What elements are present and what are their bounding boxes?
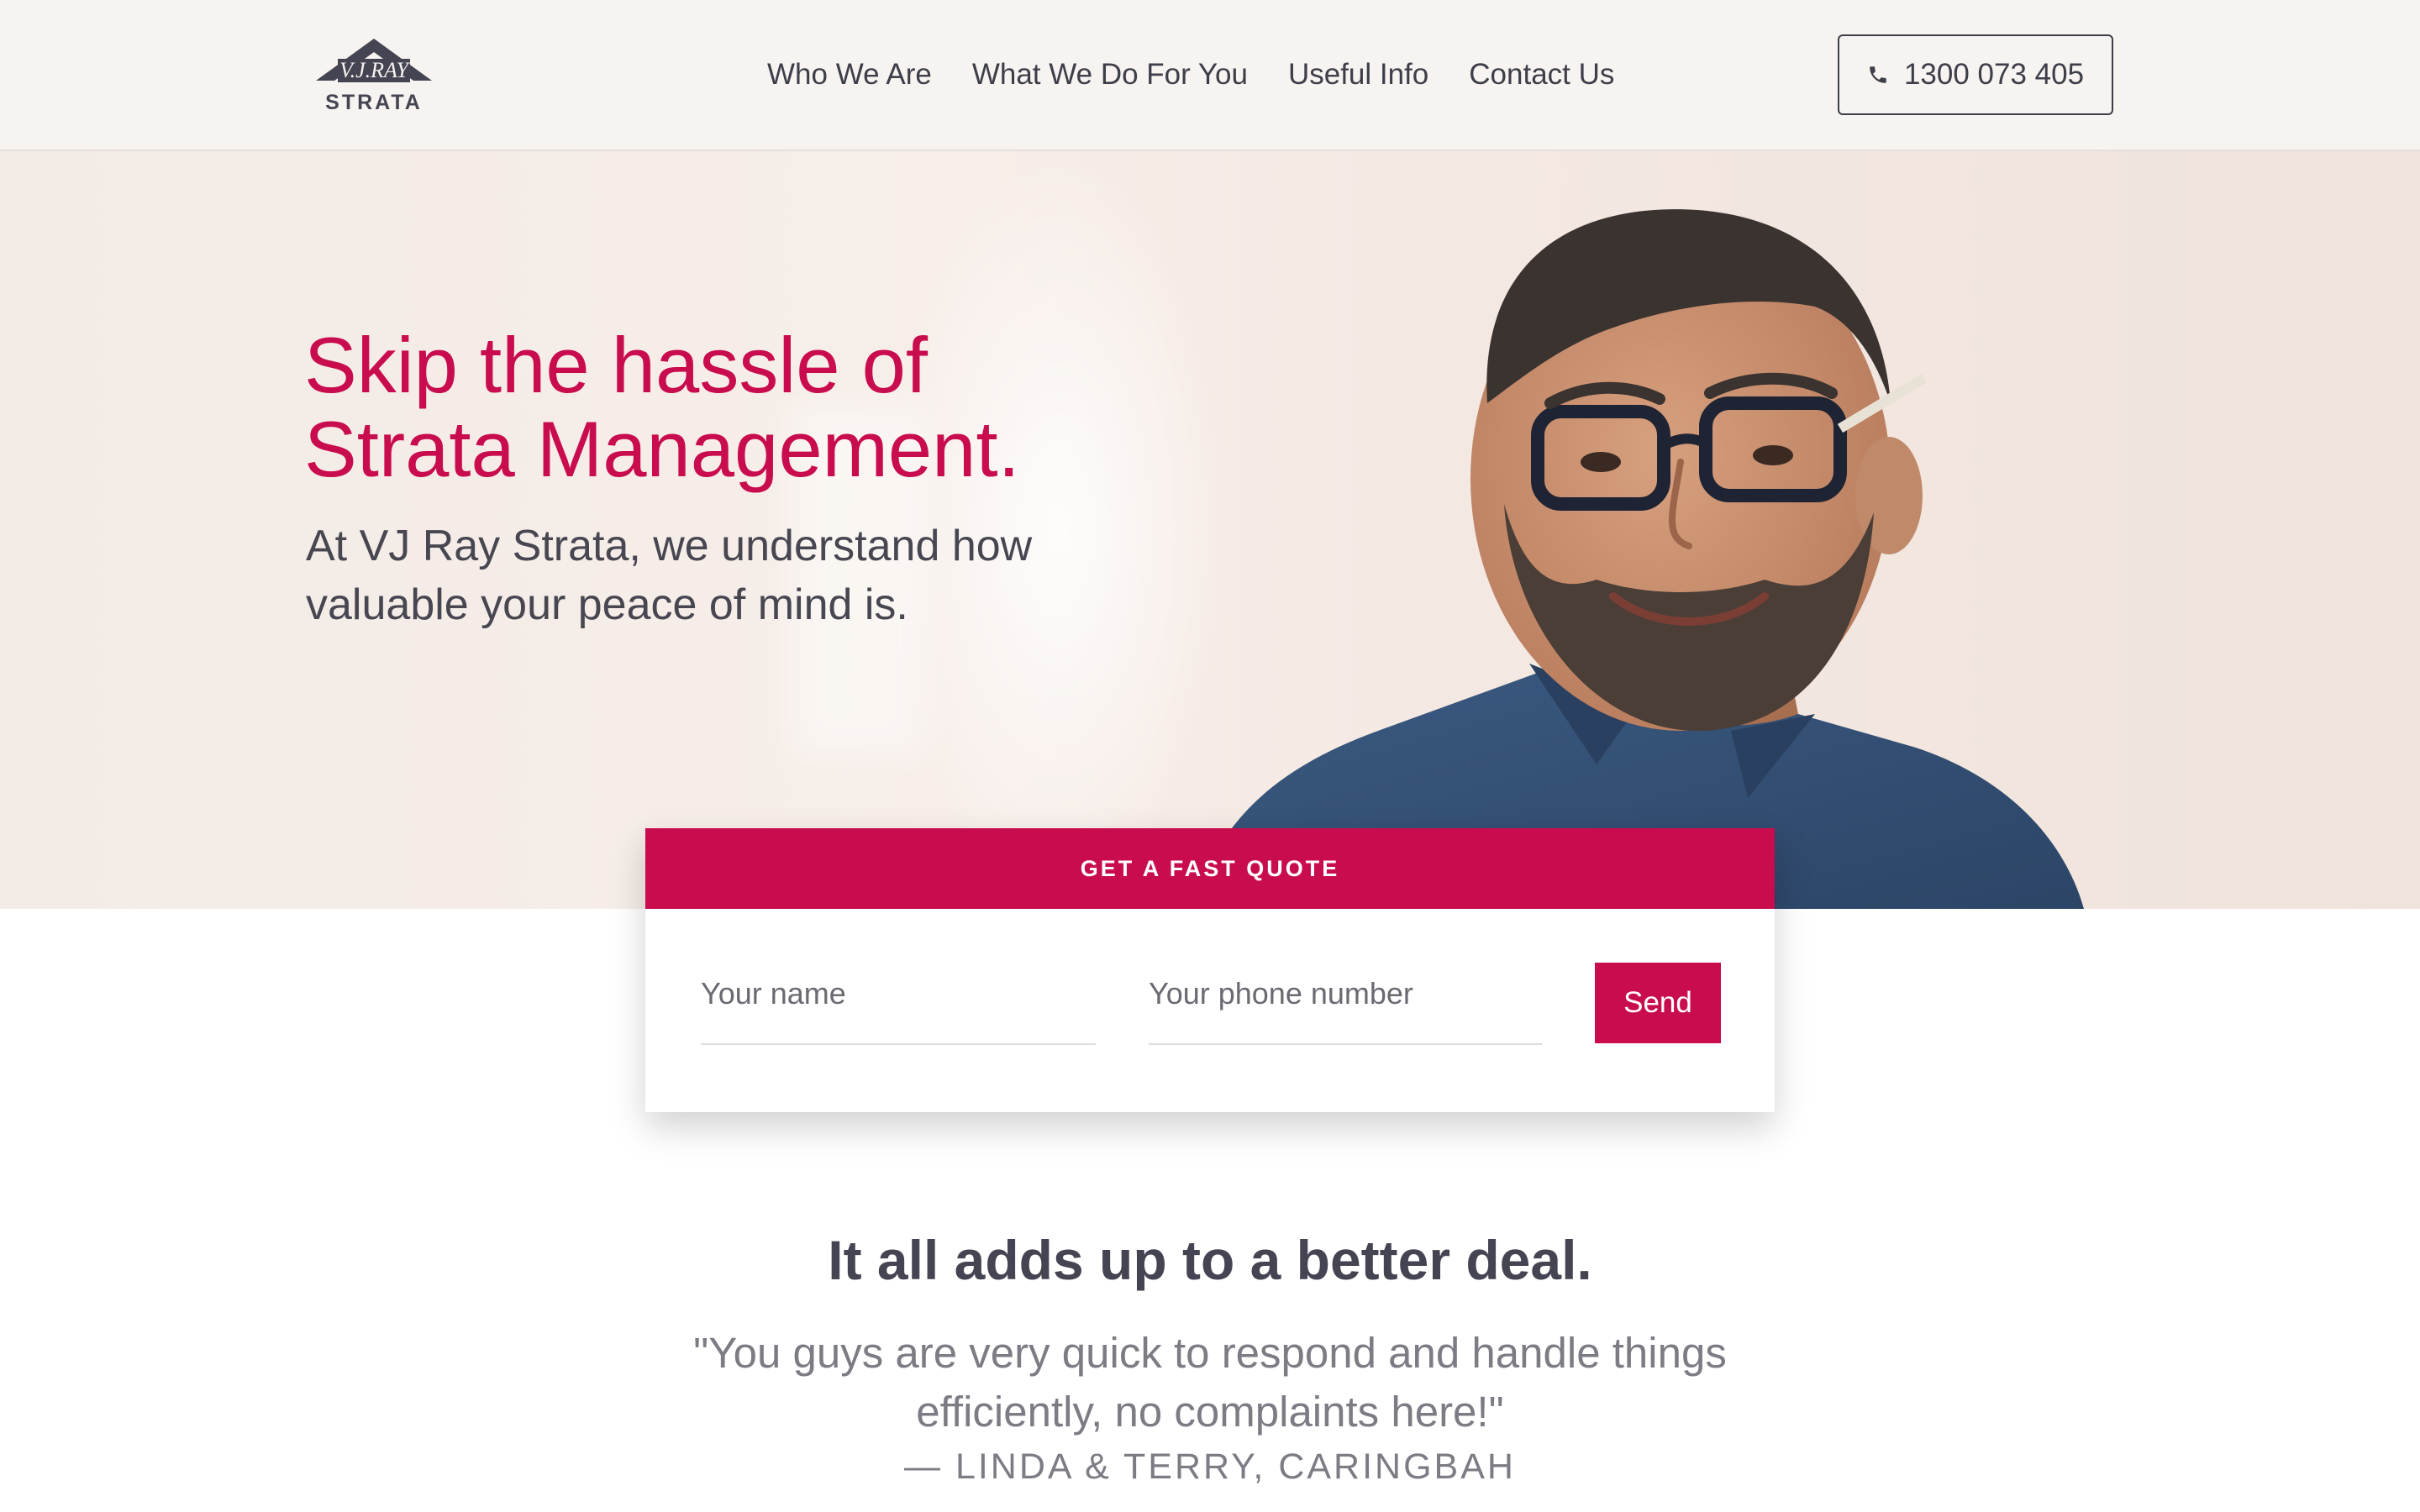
name-field-wrapper <box>701 968 1096 1045</box>
hero-subtitle: At VJ Ray Strata, we understand how valu… <box>306 522 1033 629</box>
testimonial-quote: "You guys are very quick to respond and … <box>693 1329 1727 1436</box>
section-title: It all adds up to a better deal. <box>828 1229 1592 1291</box>
phone-input[interactable] <box>1149 976 1542 1011</box>
svg-text:V.J.RAY: V.J.RAY <box>339 58 410 82</box>
smiling-man-photo <box>1193 209 2084 909</box>
nav-who-we-are[interactable]: Who We Are <box>767 54 932 96</box>
vjray-strata-logo[interactable]: V.J.RAY STRATA <box>313 35 435 119</box>
nav-what-we-do[interactable]: What We Do For You <box>972 54 1248 96</box>
nav-useful-info[interactable]: Useful Info <box>1288 54 1428 96</box>
fast-quote-heading: GET A FAST QUOTE <box>645 828 1775 909</box>
phone-button[interactable]: 1300 073 405 <box>1838 34 2113 115</box>
testimonial-attribution: — LINDA & TERRY, CARINGBAH <box>904 1446 1516 1487</box>
phone-field-wrapper <box>1149 968 1542 1045</box>
hero-section: Skip the hassle of Strata Management. At… <box>0 151 2420 909</box>
name-input[interactable] <box>701 976 1096 1011</box>
hero-title: Skip the hassle of Strata Management. <box>304 321 1020 493</box>
house-roof-logo-icon: V.J.RAY <box>316 39 432 82</box>
logo-wordmark: STRATA <box>325 91 423 114</box>
phone-icon <box>1870 66 1886 83</box>
phone-number: 1300 073 405 <box>1903 58 2085 91</box>
site-header: V.J.RAY STRATA Who We Are What We Do For… <box>0 0 2420 151</box>
send-button[interactable]: Send <box>1595 963 1721 1043</box>
nav-contact-us[interactable]: Contact Us <box>1469 54 1614 96</box>
fast-quote-form: GET A FAST QUOTE Send <box>645 828 1775 1112</box>
main-nav: Who We Are What We Do For You Useful Inf… <box>767 54 1614 96</box>
